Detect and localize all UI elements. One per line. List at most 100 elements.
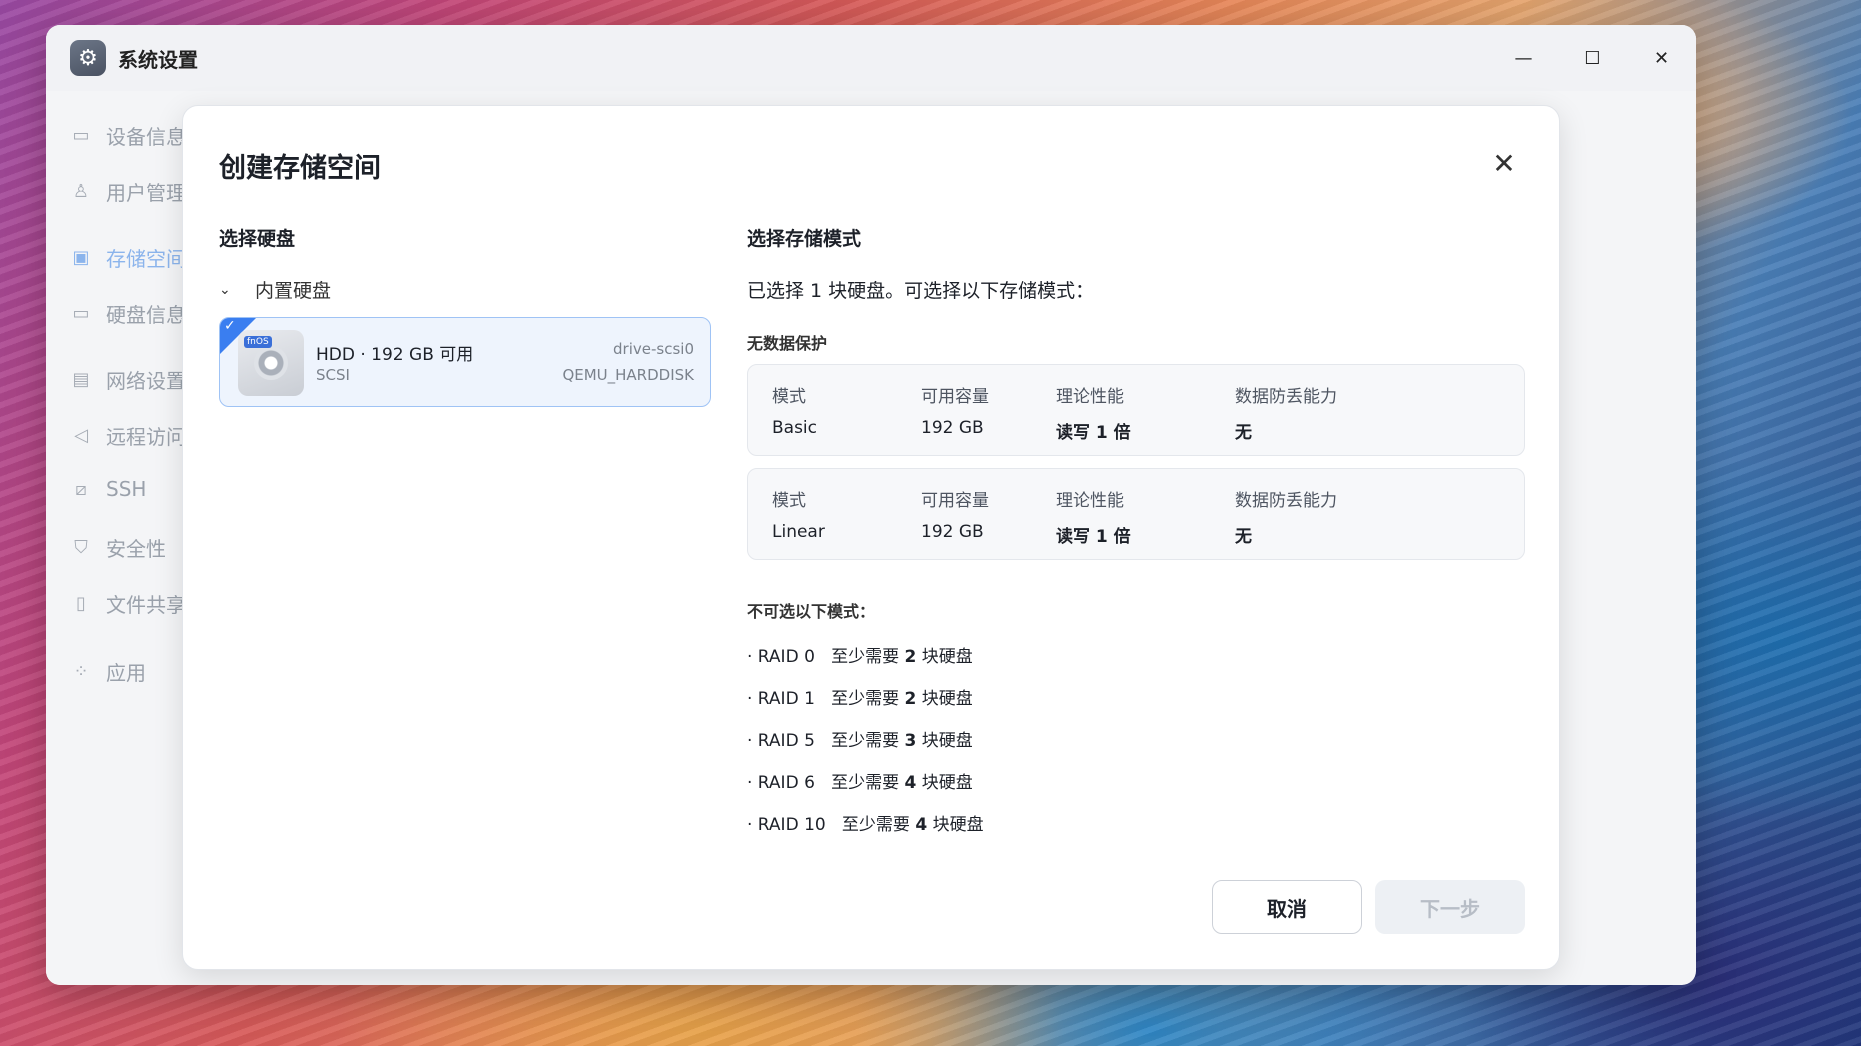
cancel-button[interactable]: 取消	[1212, 880, 1362, 934]
fnos-tag: fnOS	[244, 336, 272, 348]
window-title: 系统设置	[118, 47, 198, 72]
sidebar-item-disk-info[interactable]: ▭ 硬盘信息	[70, 299, 186, 328]
user-icon: ♙	[72, 181, 90, 202]
column-performance-label: 理论性能	[1056, 491, 1124, 511]
mode-protection: 无	[1235, 423, 1252, 443]
raid-name: · RAID 10	[747, 815, 826, 835]
dialog-title: 创建存储空间	[219, 153, 381, 184]
raid-disk-count: 4	[915, 815, 928, 835]
sidebar-item-label: 应用	[106, 661, 146, 685]
unavailable-modes-label: 不可选以下模式：	[747, 602, 876, 621]
window-titlebar: ⚙ 系统设置 — ☐ ✕	[46, 25, 1696, 91]
internal-disk-group-toggle[interactable]: ⌄ 内置硬盘	[219, 276, 331, 303]
mode-name: Linear	[772, 522, 825, 542]
sidebar-item-label: 网络设置	[106, 369, 186, 393]
hard-disk-icon: fnOS	[238, 330, 304, 396]
column-performance-label: 理论性能	[1056, 387, 1124, 407]
raid-name: · RAID 5	[747, 731, 815, 751]
raid-requirement: 至少需要	[831, 773, 900, 793]
column-mode-label: 模式	[772, 387, 806, 407]
mode-capacity: 192 GB	[921, 418, 984, 438]
raid-requirement: 至少需要	[831, 689, 900, 709]
check-icon: ✓	[224, 318, 236, 334]
sidebar-item-network[interactable]: ▤ 网络设置	[70, 365, 186, 394]
sidebar-item-security[interactable]: ⛉ 安全性	[70, 533, 166, 562]
sidebar-item-label: 存储空间	[106, 247, 186, 271]
window-controls: — ☐ ✕	[1489, 25, 1696, 91]
sidebar-item-remote-access[interactable]: ◁ 远程访问	[70, 421, 186, 450]
sidebar-item-label: 用户管理	[106, 181, 186, 205]
select-mode-title: 选择存储模式	[747, 228, 862, 250]
raid-unit: 块硬盘	[921, 689, 973, 709]
mode-protection: 无	[1235, 527, 1252, 547]
mode-performance: 读写 1 倍	[1056, 527, 1131, 547]
mode-performance: 读写 1 倍	[1056, 423, 1131, 443]
shield-icon: ⛉	[74, 537, 88, 558]
raid-unit: 块硬盘	[921, 773, 973, 793]
raid-unit: 块硬盘	[932, 815, 984, 835]
raid-disk-count: 2	[904, 647, 917, 667]
apps-icon: ⁘	[73, 661, 89, 682]
sidebar-item-apps[interactable]: ⁘ 应用	[70, 657, 146, 686]
sidebar-item-label: 设备信息	[106, 125, 186, 149]
raid-requirement: 至少需要	[841, 815, 910, 835]
sidebar-item-label: 文件共享	[106, 593, 186, 617]
mode-name: Basic	[772, 418, 818, 438]
raid-disk-count: 2	[904, 689, 917, 709]
disk-model: QEMU_HARDDISK	[562, 366, 694, 384]
selected-disk-summary: 已选择 1 块硬盘。可选择以下存储模式：	[747, 280, 1095, 302]
unavailable-raid-item: · RAID 10 至少需要 4 块硬盘	[747, 810, 984, 835]
chevron-down-icon: ⌄	[219, 281, 231, 298]
raid-disk-count: 3	[904, 731, 917, 751]
sidebar-item-users[interactable]: ♙ 用户管理	[70, 177, 186, 206]
column-protection-label: 数据防丢能力	[1235, 491, 1337, 511]
no-protection-label: 无数据保护	[747, 334, 828, 353]
send-icon: ◁	[74, 425, 88, 446]
raid-requirement: 至少需要	[831, 731, 900, 751]
unavailable-raid-item: · RAID 5 至少需要 3 块硬盘	[747, 726, 973, 751]
sidebar-item-label: SSH	[106, 477, 147, 501]
create-storage-dialog: 创建存储空间 ✕ 选择硬盘 ⌄ 内置硬盘 ✓ fnOS HDD · 192 GB…	[182, 105, 1560, 970]
storage-icon: ▣	[72, 247, 90, 268]
dialog-close-icon[interactable]: ✕	[1489, 147, 1519, 180]
disk-bus: SCSI	[316, 366, 350, 384]
column-protection-label: 数据防丢能力	[1235, 387, 1337, 407]
column-capacity-label: 可用容量	[921, 387, 989, 407]
column-mode-label: 模式	[772, 491, 806, 511]
select-disk-title: 选择硬盘	[219, 228, 296, 250]
sidebar-item-label: 远程访问	[106, 425, 186, 449]
sidebar-item-ssh[interactable]: ⧄ SSH	[70, 477, 146, 501]
next-step-button[interactable]: 下一步	[1375, 880, 1525, 934]
unavailable-raid-item: · RAID 0 至少需要 2 块硬盘	[747, 642, 973, 667]
sidebar-item-storage[interactable]: ▣ 存储空间	[70, 243, 186, 272]
device-icon: ▭	[72, 125, 90, 146]
mode-card-linear[interactable]: 模式 可用容量 理论性能 数据防丢能力 Linear 192 GB 读写 1 倍…	[747, 468, 1525, 560]
disk-name: HDD · 192 GB 可用	[316, 345, 474, 365]
maximize-button[interactable]: ☐	[1558, 25, 1627, 91]
sidebar-item-file-sharing[interactable]: ▯ 文件共享	[70, 589, 186, 618]
disk-platter	[254, 346, 288, 380]
mode-card-basic[interactable]: 模式 可用容量 理论性能 数据防丢能力 Basic 192 GB 读写 1 倍 …	[747, 364, 1525, 456]
raid-unit: 块硬盘	[921, 647, 973, 667]
close-window-button[interactable]: ✕	[1627, 25, 1696, 91]
raid-name: · RAID 0	[747, 647, 815, 667]
raid-name: · RAID 6	[747, 773, 815, 793]
disk-icon: ▭	[72, 303, 90, 324]
raid-requirement: 至少需要	[831, 647, 900, 667]
terminal-icon: ⧄	[75, 478, 87, 500]
raid-disk-count: 4	[904, 773, 917, 793]
internal-disk-group-label: 内置硬盘	[255, 280, 332, 302]
raid-unit: 块硬盘	[921, 731, 973, 751]
unavailable-raid-item: · RAID 1 至少需要 2 块硬盘	[747, 684, 973, 709]
sidebar-item-device-info[interactable]: ▭ 设备信息	[70, 121, 186, 150]
settings-gear-icon: ⚙	[70, 40, 106, 76]
sidebar-item-label: 硬盘信息	[106, 303, 186, 327]
mode-capacity: 192 GB	[921, 522, 984, 542]
file-icon: ▯	[76, 593, 86, 614]
raid-name: · RAID 1	[747, 689, 815, 709]
disk-id: drive-scsi0	[613, 340, 694, 358]
unavailable-raid-item: · RAID 6 至少需要 4 块硬盘	[747, 768, 973, 793]
network-icon: ▤	[72, 369, 90, 390]
minimize-button[interactable]: —	[1489, 25, 1558, 91]
disk-card[interactable]: ✓ fnOS HDD · 192 GB 可用 SCSI drive-scsi0 …	[219, 317, 711, 407]
